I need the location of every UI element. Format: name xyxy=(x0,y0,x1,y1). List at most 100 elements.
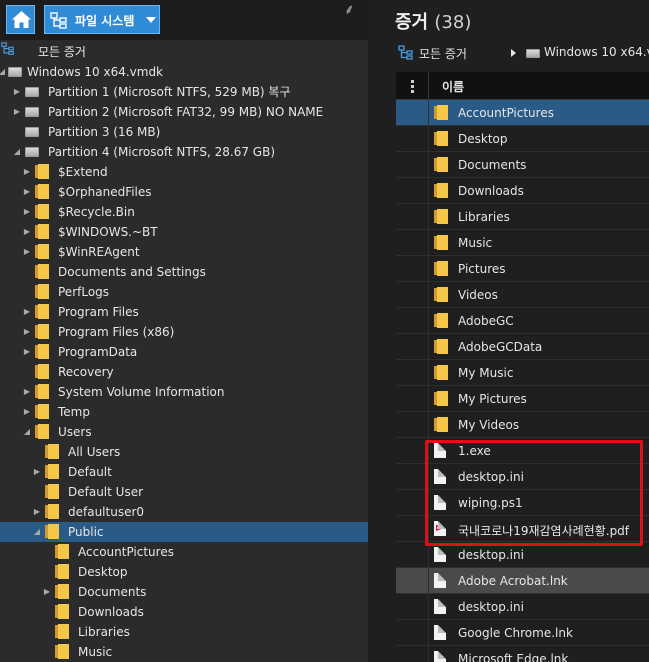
file-row[interactable]: AdobeGCData xyxy=(396,334,649,360)
expand-arrow-icon[interactable]: ▶ xyxy=(22,382,32,402)
file-name: Music xyxy=(458,236,493,250)
expand-arrow-icon[interactable]: ▶ xyxy=(22,402,32,422)
tree-item[interactable]: ◢ Partition 4 (Microsoft NTFS, 28.67 GB) xyxy=(0,142,368,162)
collapse-arrow-icon[interactable]: ◢ xyxy=(0,62,7,82)
tree-item[interactable]: ▶ ProgramData xyxy=(0,342,368,362)
tree-item[interactable]: ▶ Default xyxy=(0,462,368,482)
tree-item[interactable]: Partition 3 (16 MB) xyxy=(0,122,368,142)
file-row[interactable]: My Videos xyxy=(396,412,649,438)
row-gutter xyxy=(396,256,429,282)
tree-item[interactable]: Default User xyxy=(0,482,368,502)
row-gutter xyxy=(396,464,429,490)
file-row[interactable]: desktop.ini xyxy=(396,542,649,568)
tree-item[interactable]: PerfLogs xyxy=(0,282,368,302)
tree-item[interactable]: ▶ defaultuser0 xyxy=(0,502,368,522)
expand-arrow-icon[interactable]: ▶ xyxy=(22,182,32,202)
evidence-list-pane: 증거 (38) 모든 증거 Windows 10 x64.vmdk 이름 Acc… xyxy=(368,0,649,662)
file-row[interactable]: Videos xyxy=(396,282,649,308)
expand-arrow-icon[interactable]: ▶ xyxy=(32,462,42,482)
expand-arrow-icon[interactable]: ▶ xyxy=(22,162,32,182)
expand-arrow-icon[interactable]: ▶ xyxy=(22,322,32,342)
tree-item-label: ProgramData xyxy=(58,345,138,359)
file-row[interactable]: Pictures xyxy=(396,256,649,282)
tree-item[interactable]: AccountPictures xyxy=(0,542,368,562)
expand-arrow-icon[interactable]: ▶ xyxy=(42,582,52,602)
tree-item[interactable]: ▶ Documents xyxy=(0,582,368,602)
tree-item[interactable]: ▶ $Extend xyxy=(0,162,368,182)
tree-item[interactable]: ▶ System Volume Information xyxy=(0,382,368,402)
tree-item[interactable]: Music xyxy=(0,642,368,662)
tree-item[interactable]: Downloads xyxy=(0,602,368,622)
tree-item[interactable]: Desktop xyxy=(0,562,368,582)
file-row[interactable]: 1.exe xyxy=(396,438,649,464)
file-row[interactable]: Desktop xyxy=(396,126,649,152)
tree-item[interactable]: ▶ $OrphanedFiles xyxy=(0,182,368,202)
tree-item[interactable]: Libraries xyxy=(0,622,368,642)
expand-arrow-icon[interactable]: ▶ xyxy=(22,222,32,242)
file-name: Downloads xyxy=(458,184,524,198)
folder-icon xyxy=(55,604,69,619)
filesystem-view-dropdown[interactable]: 파일 시스템 xyxy=(44,5,160,34)
row-gutter xyxy=(396,412,429,438)
file-icon xyxy=(434,599,446,614)
tree-item[interactable]: ▶ $Recycle.Bin xyxy=(0,202,368,222)
expand-arrow-icon[interactable]: ▶ xyxy=(22,242,32,262)
tree-item[interactable]: Documents and Settings xyxy=(0,262,368,282)
tree-item-label: Public xyxy=(68,525,104,539)
tree-item-label: Program Files xyxy=(58,305,139,319)
tree-item[interactable]: All Users xyxy=(0,442,368,462)
folder-icon xyxy=(35,384,49,399)
tree-item[interactable]: ▶ $WINDOWS.~BT xyxy=(0,222,368,242)
tree-item[interactable]: 모든 증거 xyxy=(0,42,368,62)
column-header-name[interactable]: 이름 xyxy=(442,78,464,95)
tree-item[interactable]: ◢ Users xyxy=(0,422,368,442)
tree-item[interactable]: ▶ Partition 1 (Microsoft NTFS, 529 MB) 복구 xyxy=(0,82,368,102)
tree-item[interactable]: ▶ Temp xyxy=(0,402,368,422)
file-row[interactable]: Microsoft Edge.lnk xyxy=(396,646,649,662)
pin-icon[interactable]: ⸙ xyxy=(344,0,355,19)
folder-icon xyxy=(434,365,448,380)
folder-icon xyxy=(55,544,69,559)
expand-arrow-icon[interactable]: ▶ xyxy=(22,202,32,222)
tree-item[interactable]: ▶ Program Files (x86) xyxy=(0,322,368,342)
tree-item[interactable]: ▶ Program Files xyxy=(0,302,368,322)
file-row[interactable]: My Music xyxy=(396,360,649,386)
file-row[interactable]: AdobeGC xyxy=(396,308,649,334)
expand-arrow-icon[interactable]: ▶ xyxy=(12,82,22,102)
expand-arrow-icon[interactable]: ▶ xyxy=(22,302,32,322)
filesystem-tree-icon xyxy=(50,12,67,29)
file-name: Libraries xyxy=(458,210,510,224)
file-row[interactable]: My Pictures xyxy=(396,386,649,412)
file-row[interactable]: Adobe Acrobat.lnk xyxy=(396,568,649,594)
column-options-icon[interactable] xyxy=(396,72,429,100)
expand-arrow-icon[interactable]: ▶ xyxy=(32,502,42,522)
file-row[interactable]: Documents xyxy=(396,152,649,178)
tree-item[interactable]: ◢ Windows 10 x64.vmdk xyxy=(0,62,368,82)
tree-item[interactable]: ▶ $WinREAgent xyxy=(0,242,368,262)
folder-icon xyxy=(45,464,59,479)
expand-arrow-icon[interactable]: ▶ xyxy=(22,342,32,362)
tree-item[interactable]: Recovery xyxy=(0,362,368,382)
file-row[interactable]: ⊳ 국내코로나19재감염사례현황.pdf xyxy=(396,516,649,542)
tree-item[interactable]: ◢ Public xyxy=(0,522,368,542)
file-row[interactable]: Libraries xyxy=(396,204,649,230)
breadcrumb-item-all-evidence[interactable]: 모든 증거 xyxy=(419,45,467,62)
file-row[interactable]: Music xyxy=(396,230,649,256)
folder-icon xyxy=(55,564,69,579)
expand-arrow-icon[interactable]: ▶ xyxy=(12,102,22,122)
collapse-arrow-icon[interactable]: ◢ xyxy=(22,422,32,442)
tree-item-label: Partition 2 (Microsoft FAT32, 99 MB) NO … xyxy=(48,105,324,119)
home-button[interactable] xyxy=(6,5,35,34)
evidence-tree-icon xyxy=(398,45,413,60)
file-row[interactable]: AccountPictures xyxy=(396,100,649,126)
file-row[interactable]: wiping.ps1 xyxy=(396,490,649,516)
tree-item[interactable]: ▶ Partition 2 (Microsoft FAT32, 99 MB) NO… xyxy=(0,102,368,122)
collapse-arrow-icon[interactable]: ◢ xyxy=(12,142,22,162)
file-name: AdobeGCData xyxy=(458,340,543,354)
collapse-arrow-icon[interactable]: ◢ xyxy=(32,522,42,542)
breadcrumb-item-image[interactable]: Windows 10 x64.vmdk xyxy=(544,45,649,59)
file-row[interactable]: desktop.ini xyxy=(396,464,649,490)
file-row[interactable]: Downloads xyxy=(396,178,649,204)
file-row[interactable]: desktop.ini xyxy=(396,594,649,620)
file-row[interactable]: Google Chrome.lnk xyxy=(396,620,649,646)
